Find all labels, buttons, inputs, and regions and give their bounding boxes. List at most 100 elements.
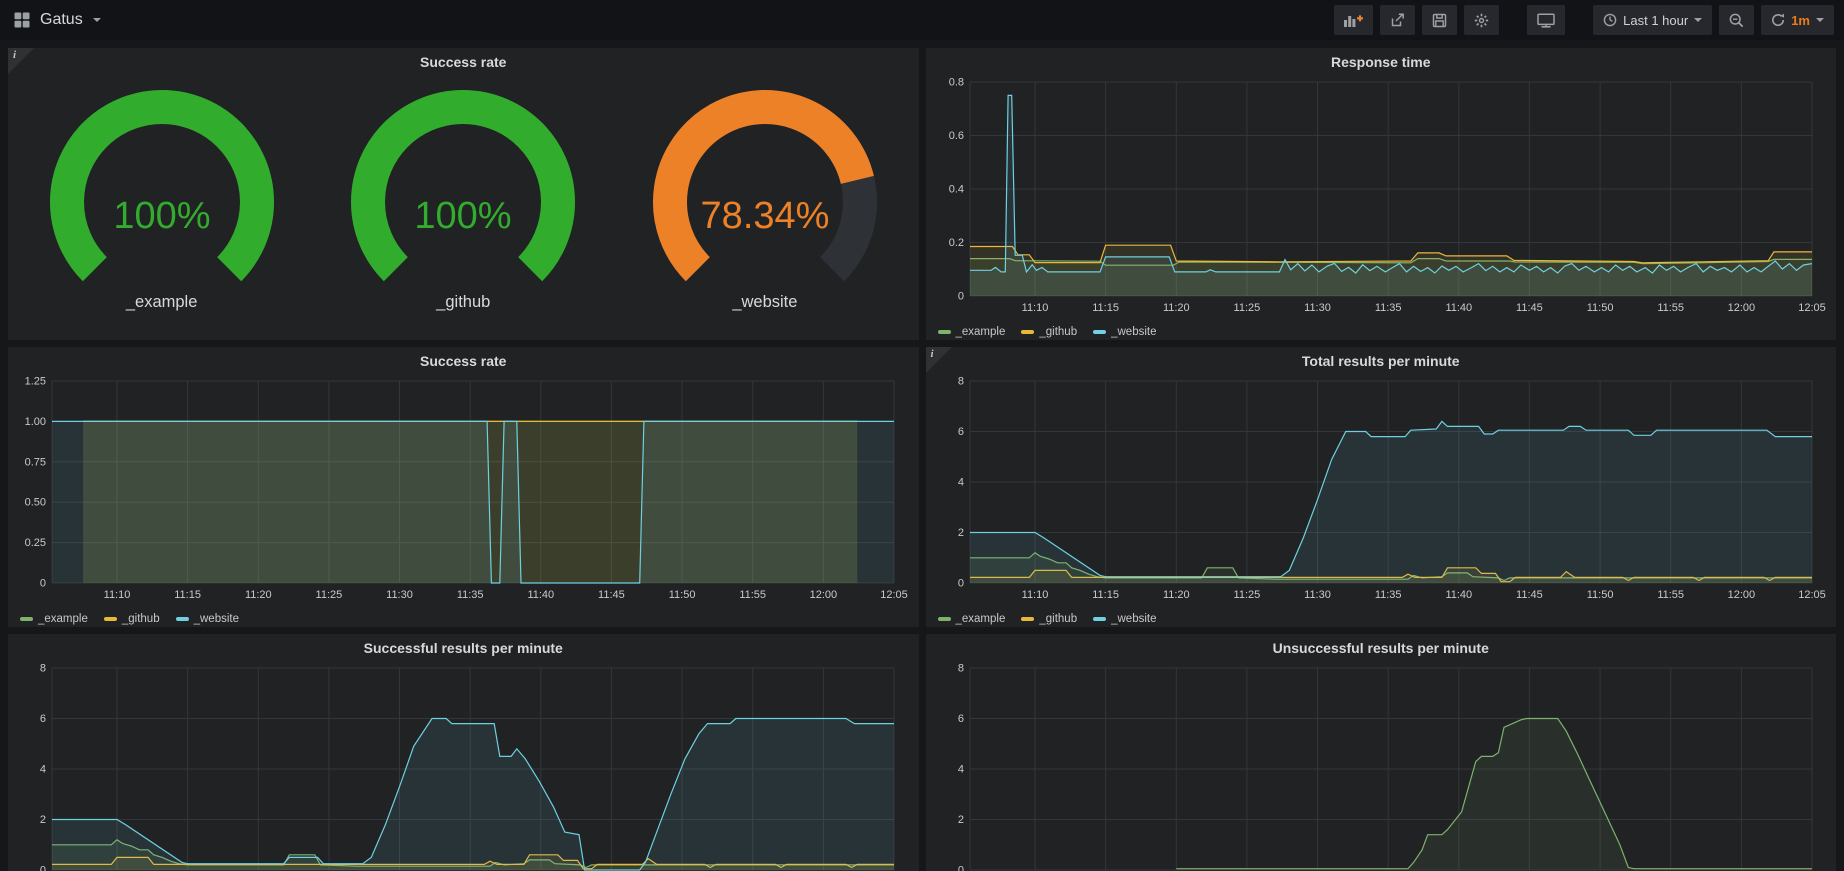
gauge-value: 78.34% (700, 195, 829, 237)
svg-text:11:55: 11:55 (1657, 302, 1684, 314)
legend-item-_example[interactable]: _example (20, 613, 88, 625)
legend-item-_website[interactable]: _website (1093, 326, 1156, 338)
series-area-_website (52, 719, 894, 871)
legend-marker (104, 617, 117, 621)
panel-title[interactable]: Successful results per minute (8, 634, 919, 660)
legend-item-_github[interactable]: _github (104, 613, 160, 625)
panel-info-corner[interactable] (926, 347, 952, 373)
svg-text:8: 8 (957, 663, 963, 675)
legend-item-_github[interactable]: _github (1021, 326, 1077, 338)
share-button[interactable] (1380, 5, 1415, 35)
svg-text:11:45: 11:45 (1516, 589, 1543, 601)
panel-title[interactable]: Success rate (8, 347, 919, 373)
legend-item-_website[interactable]: _website (176, 613, 239, 625)
gauge-label: _github (315, 293, 611, 312)
panel-title[interactable]: Unsuccessful results per minute (926, 634, 1837, 660)
svg-text:0.50: 0.50 (25, 497, 46, 509)
gauge-_github: 100%_github (315, 78, 611, 312)
panel-title[interactable]: Success rate (8, 48, 919, 74)
legend-item-_example[interactable]: _example (938, 326, 1006, 338)
svg-text:0: 0 (957, 291, 963, 303)
svg-text:2: 2 (40, 814, 46, 826)
legend-marker (176, 617, 189, 621)
panel-title[interactable]: Total results per minute (926, 347, 1837, 373)
chevron-down-icon (1816, 18, 1824, 22)
svg-text:4: 4 (957, 477, 963, 489)
time-range-picker[interactable]: Last 1 hour (1593, 5, 1712, 35)
svg-text:11:30: 11:30 (1304, 589, 1331, 601)
save-icon (1432, 13, 1447, 28)
svg-text:11:20: 11:20 (1162, 302, 1189, 314)
svg-text:12:00: 12:00 (1727, 302, 1755, 314)
legend-marker (1021, 617, 1034, 621)
svg-text:11:35: 11:35 (1374, 589, 1401, 601)
legend-item-_example[interactable]: _example (938, 613, 1006, 625)
svg-text:12:00: 12:00 (1727, 589, 1755, 601)
legend-label: _github (1039, 613, 1077, 625)
chart: 0246811:1011:1511:2011:2511:3011:3511:40… (926, 660, 1837, 871)
legend-label: _website (1111, 613, 1156, 625)
chart: 0246811:1011:1511:2011:2511:3011:3511:40… (8, 660, 919, 871)
svg-text:0.6: 0.6 (948, 130, 963, 142)
refresh-picker[interactable]: 1m (1761, 5, 1834, 35)
legend-item-_website[interactable]: _website (1093, 613, 1156, 625)
chevron-down-icon (93, 18, 101, 22)
share-icon (1390, 13, 1405, 27)
gear-icon (1474, 13, 1489, 28)
svg-text:11:20: 11:20 (1162, 589, 1189, 601)
svg-text:11:20: 11:20 (245, 589, 272, 601)
legend-marker (938, 617, 951, 621)
svg-text:6: 6 (40, 713, 46, 725)
time-range-label: Last 1 hour (1623, 13, 1688, 28)
svg-text:11:55: 11:55 (739, 589, 766, 601)
svg-text:0.25: 0.25 (25, 537, 46, 549)
svg-text:11:50: 11:50 (1586, 589, 1613, 601)
refresh-icon (1771, 13, 1785, 27)
gauge-value-arc (67, 107, 257, 269)
series-area-_website (52, 421, 894, 583)
legend-item-_github[interactable]: _github (1021, 613, 1077, 625)
dashboard-picker[interactable]: Gatus (14, 11, 101, 29)
svg-text:11:25: 11:25 (1233, 589, 1260, 601)
gauge-label: _example (14, 293, 310, 312)
panel-success-rate-gauges: i Success rate 100%_example100%_github78… (8, 48, 919, 340)
chart: 00.20.40.60.811:1011:1511:2011:2511:3011… (926, 74, 1837, 321)
svg-text:0.4: 0.4 (948, 184, 963, 196)
svg-text:11:40: 11:40 (527, 589, 554, 601)
dashboard-grid: i Success rate 100%_example100%_github78… (0, 40, 1844, 871)
svg-text:6: 6 (957, 426, 963, 438)
chart-legend: _example _github _website (926, 608, 1837, 630)
svg-text:1.00: 1.00 (25, 416, 46, 428)
panel-info-corner[interactable] (8, 48, 34, 74)
dashboard-title: Gatus (40, 11, 83, 29)
legend-label: _website (1111, 326, 1156, 338)
series-area-_website (970, 421, 1812, 583)
cycle-view-button[interactable] (1527, 5, 1565, 35)
save-button[interactable] (1422, 5, 1457, 35)
add-panel-button[interactable] (1334, 5, 1373, 35)
legend-label: _example (956, 613, 1006, 625)
chart: 0246811:1011:1511:2011:2511:3011:3511:40… (926, 373, 1837, 608)
svg-text:11:10: 11:10 (1021, 589, 1048, 601)
settings-button[interactable] (1464, 5, 1499, 35)
svg-text:11:35: 11:35 (457, 589, 484, 601)
legend-label: _github (1039, 326, 1077, 338)
svg-text:2: 2 (957, 814, 963, 826)
panel-title[interactable]: Response time (926, 48, 1837, 74)
zoom-out-button[interactable] (1719, 5, 1754, 35)
svg-text:0: 0 (957, 578, 963, 590)
gauge-value: 100% (113, 195, 210, 237)
chart-svg-total_results: 0246811:1011:1511:2011:2511:3011:3511:40… (934, 373, 1828, 603)
svg-text:11:45: 11:45 (1516, 302, 1543, 314)
panel-total-results: i Total results per minute 0246811:1011:… (926, 347, 1837, 627)
gauge-_website: 78.34%_website (617, 78, 913, 312)
chart-svg-successful_results: 0246811:1011:1511:2011:2511:3011:3511:40… (16, 660, 910, 871)
series-line-_github (970, 245, 1812, 263)
gauge-value-arc (670, 107, 857, 269)
legend-marker (20, 617, 33, 621)
svg-text:12:05: 12:05 (1798, 589, 1826, 601)
svg-text:11:30: 11:30 (1304, 302, 1331, 314)
svg-text:11:55: 11:55 (1657, 589, 1684, 601)
gauge-row: 100% _example 100%_github78.34%_website (8, 74, 919, 312)
zoom-out-icon (1729, 13, 1744, 28)
